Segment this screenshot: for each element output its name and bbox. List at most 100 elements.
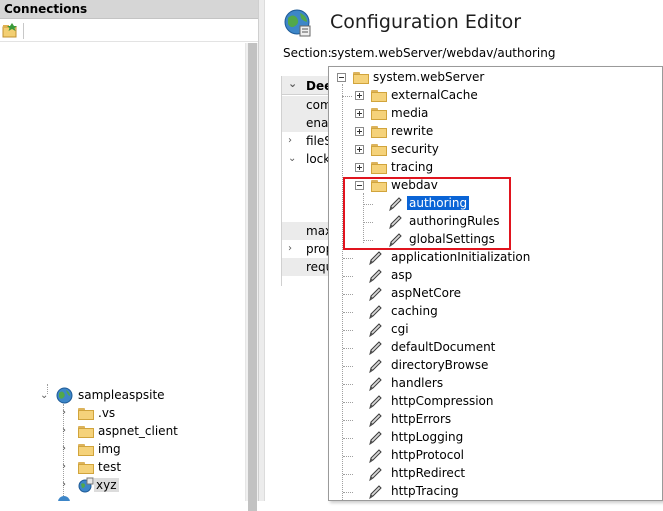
tree-item-vs[interactable]: › .vs [60,405,240,423]
tree-node-label: system.webServer [373,70,485,84]
tree-node-label: applicationInitialization [391,250,531,264]
configuration-editor-icon [284,9,311,37]
tree-item-label: xyz [94,478,119,492]
tree-node-label: handlers [391,376,444,390]
pencil-icon [369,449,382,464]
tree-item-sampleaspsite[interactable]: ⌄ sampleaspsite [38,387,238,405]
expand-icon[interactable] [355,127,364,136]
globe-icon [56,387,73,404]
tree-node-section[interactable]: directoryBrowse [343,357,643,375]
tree-node-label: asp [391,268,413,282]
tree-node-label: cgi [391,322,409,336]
tree-node-label: httpRedirect [391,466,466,480]
create-new-connection-button[interactable] [0,21,20,41]
chevron-right-icon[interactable]: › [62,462,66,472]
tree-node-label: security [391,142,439,156]
pencil-icon [369,413,382,428]
tree-node-system-webserver[interactable]: system.webServer [333,69,633,87]
folder-icon [371,162,387,174]
tree-node-label: externalCache [391,88,478,102]
tree-node-label: directoryBrowse [391,358,489,372]
globe-icon [58,496,70,501]
chevron-down-icon[interactable]: ⌄ [40,391,48,401]
page-title: Configuration Editor [330,11,522,33]
folder-icon [78,408,94,420]
connections-pane: Connections ⌄ sampleaspsite › .vs › aspn [0,0,258,511]
highlight-annotation [343,177,511,250]
folder-icon [371,108,387,120]
chevron-down-icon[interactable]: ⌄ [288,154,296,164]
folder-icon [78,444,94,456]
tree-item-xyz[interactable]: › xyz [60,477,240,495]
chevron-down-icon[interactable]: ⌄ [288,78,297,89]
grid-row-label: lock [306,152,331,166]
connections-title: Connections [4,2,88,16]
tree-node-label: rewrite [391,124,434,138]
tree-node-section[interactable]: httpTracing [343,483,643,500]
tree-item-img[interactable]: › img [60,441,240,459]
pencil-icon [369,377,382,392]
expand-icon[interactable] [355,163,364,172]
connections-scrollbar[interactable] [245,43,258,511]
folder-icon [78,426,94,438]
pencil-icon [369,359,382,374]
tree-node-label: defaultDocument [391,340,496,354]
tree-node-section[interactable]: applicationInitialization [343,249,643,267]
section-tree-dropdown[interactable]: system.webServer externalCache media rew… [328,66,663,501]
tree-item-aspnet-client[interactable]: › aspnet_client [60,423,240,441]
pencil-icon [369,431,382,446]
tree-node-rewrite[interactable]: rewrite [353,123,633,141]
tree-node-media[interactable]: media [353,105,633,123]
tree-node-label: httpCompression [391,394,494,408]
tree-node-section[interactable]: httpProtocol [343,447,643,465]
scrollbar-thumb[interactable] [248,43,257,511]
new-connection-icon [2,23,17,38]
pencil-icon [369,395,382,410]
folder-icon [371,144,387,156]
tree-node-security[interactable]: security [353,141,633,159]
tree-node-section[interactable]: defaultDocument [343,339,643,357]
tree-item-test[interactable]: › test [60,459,240,477]
tree-node-label: aspNetCore [391,286,462,300]
chevron-right-icon[interactable]: › [62,444,66,454]
expand-icon[interactable] [355,145,364,154]
tree-node-label: httpProtocol [391,448,464,462]
collapse-icon[interactable] [337,73,346,82]
chevron-right-icon[interactable]: › [288,244,292,254]
pane-splitter[interactable] [258,0,265,501]
chevron-right-icon[interactable]: › [62,480,66,490]
section-label: Section: [283,46,332,60]
pencil-icon [369,485,382,500]
tree-node-section[interactable]: httpCompression [343,393,643,411]
tree-item-label: .vs [98,406,116,420]
tree-node-section[interactable]: httpLogging [343,429,643,447]
expand-icon[interactable] [355,91,364,100]
tree-node-label: httpErrors [391,412,452,426]
tree-node-label: caching [391,304,438,318]
tree-node-label: media [391,106,429,120]
tree-item-label: test [98,460,122,474]
tree-node-section[interactable]: asp [343,267,643,285]
tree-node-section[interactable]: aspNetCore [343,285,643,303]
folder-icon [353,72,369,84]
pencil-icon [369,467,382,482]
chevron-right-icon[interactable]: › [62,426,66,436]
tree-node-section[interactable]: cgi [343,321,643,339]
tree-node-section[interactable]: httpRedirect [343,465,643,483]
section-dropdown[interactable]: system.webServer/webdav/authoring [331,46,555,60]
connections-header: Connections [0,0,258,19]
folder-icon [371,90,387,102]
pencil-icon [369,341,382,356]
tree-node-externalcache[interactable]: externalCache [342,87,633,105]
folder-icon [371,126,387,138]
tree-node-label: httpTracing [391,484,459,498]
chevron-right-icon[interactable]: › [62,408,66,418]
tree-node-section[interactable]: httpErrors [343,411,643,429]
toolbar-separator [23,23,24,39]
tree-node-tracing[interactable]: tracing [353,159,633,177]
tree-node-section[interactable]: handlers [343,375,643,393]
expand-icon[interactable] [355,109,364,118]
tree-node-section[interactable]: caching [343,303,643,321]
chevron-right-icon[interactable]: › [288,136,292,146]
pencil-icon [369,323,382,338]
